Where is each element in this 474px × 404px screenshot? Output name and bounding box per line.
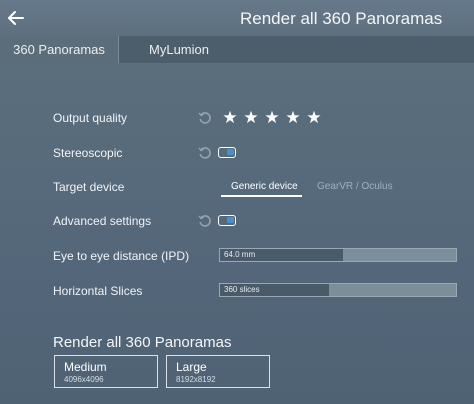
arrow-left-icon [8,11,24,25]
reset-icon[interactable] [198,146,212,160]
toggle-knob [227,217,234,223]
tab-mylumion[interactable]: MyLumion [119,36,239,63]
selected-device-underline [221,195,302,197]
render-large-label: Large [176,360,207,374]
output-quality-label: Output quality [53,111,128,125]
render-section-title: Render all 360 Panoramas [53,334,232,351]
reset-icon[interactable] [198,111,212,125]
advanced-settings-toggle[interactable] [218,215,236,226]
ipd-label: Eye to eye distance (IPD) [53,249,190,263]
settings-panel: Output quality ★ ★ ★ ★ ★ Stereoscopic Ta… [0,63,474,404]
render-medium-resolution: 4096x4096 [64,375,104,384]
quality-stars: ★ ★ ★ ★ ★ [222,109,322,126]
reset-icon[interactable] [198,214,212,228]
toggle-knob [227,149,234,155]
stereoscopic-toggle[interactable] [218,147,236,158]
star-icon[interactable]: ★ [222,109,238,126]
star-icon[interactable]: ★ [243,109,259,126]
star-icon[interactable]: ★ [285,109,301,126]
title-bar: Render all 360 Panoramas [0,0,474,36]
window-title: Render all 360 Panoramas [240,9,443,28]
render-large-resolution: 8192x8192 [176,375,216,384]
target-device-label: Target device [53,180,125,194]
render-medium-button[interactable]: Medium 4096x4096 [54,355,158,388]
back-button[interactable] [6,8,26,28]
render-large-button[interactable]: Large 8192x8192 [166,355,270,388]
tab-360-panoramas[interactable]: 360 Panoramas [0,36,118,63]
horizontal-slices-label: Horizontal Slices [53,284,143,298]
tab-bar: 360 Panoramas MyLumion [0,36,474,63]
render-medium-label: Medium [64,360,107,374]
advanced-settings-label: Advanced settings [53,214,152,228]
device-option-gearvr[interactable]: GearVR / Oculus [317,181,393,192]
ipd-value: 64.0 mm [224,250,256,259]
device-option-generic[interactable]: Generic device [231,181,298,192]
slices-slider[interactable]: 360 slices [219,283,457,297]
star-icon[interactable]: ★ [264,109,280,126]
star-icon[interactable]: ★ [306,109,322,126]
stereoscopic-label: Stereoscopic [53,146,123,160]
slices-value: 360 slices [224,285,260,294]
ipd-slider[interactable]: 64.0 mm [219,248,457,262]
